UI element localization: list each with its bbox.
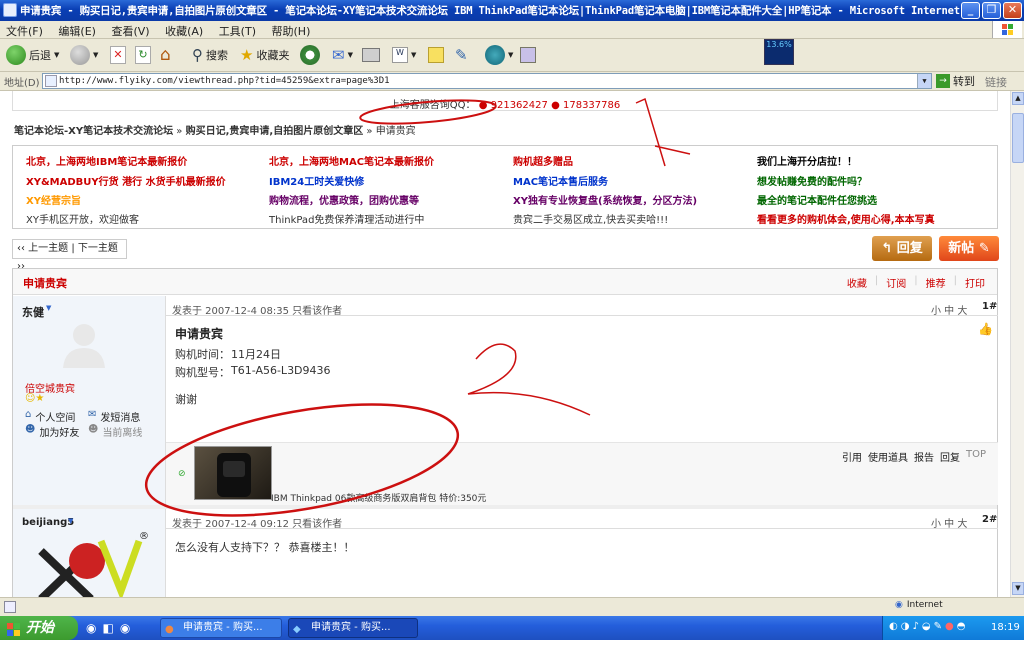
tray-icon-6[interactable]: ● — [945, 621, 954, 632]
start-flag-icon — [7, 621, 21, 636]
messenger-button[interactable]: ✎ — [455, 44, 468, 66]
note-icon — [428, 47, 444, 63]
forward-arrow-icon — [70, 45, 90, 65]
annotation-mark-1 — [635, 97, 691, 167]
windows-flag-icon — [992, 21, 1022, 38]
menu-favorites[interactable]: 收藏(A) — [159, 21, 209, 41]
annotation-overlay — [144, 97, 691, 517]
go-button[interactable]: → 转到 — [936, 73, 975, 89]
annotation-oval-2 — [144, 403, 460, 517]
toolbar: 后退 ▼ ▼ ✕ ↻ ⌂ ⚲ 搜索 ★ 收藏夹 ✉ ▼ W ▼ ✎ ▼ 13.6% — [0, 39, 1024, 72]
research-button[interactable] — [520, 44, 536, 66]
quick-launch: ◉ ◧ ◉ — [86, 621, 130, 635]
back-button[interactable]: 后退 ▼ — [6, 44, 59, 66]
annotation-mark-2 — [467, 343, 591, 416]
search-icon: ⚲ — [192, 46, 203, 64]
taskbar-item-2-label: 申请贵宾 - 购买... — [311, 622, 391, 633]
ie-page-icon — [3, 3, 17, 17]
edit-button[interactable]: W ▼ — [392, 44, 416, 66]
scroll-thumb[interactable] — [1012, 113, 1024, 163]
scroll-up-icon[interactable]: ▲ — [1012, 92, 1024, 105]
ie-quicklaunch-icon[interactable]: ◉ — [86, 621, 96, 635]
forward-button[interactable]: ▼ — [70, 44, 98, 66]
address-url: http://www.flyiky.com/viewthread.php?tid… — [59, 76, 390, 86]
print-button[interactable] — [362, 44, 380, 66]
address-bar: 地址(D) http://www.flyiky.com/viewthread.p… — [0, 72, 1024, 91]
favorites-button[interactable]: ★ 收藏夹 — [240, 44, 289, 66]
page-content: 上海客服咨询QQ： ● 921362427 ● 178337786 笔记本论坛-… — [0, 91, 1010, 597]
menu-tools[interactable]: 工具(T) — [213, 21, 262, 41]
menu-help[interactable]: 帮助(H) — [266, 21, 317, 41]
back-label: 后退 — [29, 49, 51, 62]
clock[interactable]: 18:19 — [991, 622, 1020, 633]
links-label[interactable]: 链接 — [985, 74, 1007, 90]
stop-icon: ✕ — [110, 46, 126, 64]
search-label: 搜索 — [206, 49, 228, 62]
research-icon — [520, 47, 536, 63]
zone-indicator: ◉ Internet — [895, 600, 943, 610]
globe-icon: ◉ — [895, 600, 903, 610]
system-tray: ◐ ◑ ♪ ◒ ✎ ● ◓ 18:19 — [882, 616, 1024, 640]
firefox-task-icon: ● — [165, 624, 174, 635]
address-dropdown-icon[interactable]: ▼ — [917, 74, 931, 88]
back-arrow-icon — [6, 45, 26, 65]
messenger-icon: ✎ — [455, 46, 468, 64]
address-label: 地址(D) — [4, 78, 40, 89]
window-titlebar[interactable]: 申请贵宾 - 购买日记,贵宾申请,自拍图片原创文章区 - 笔记本论坛-XY笔记本… — [0, 0, 1024, 21]
address-input[interactable]: http://www.flyiky.com/viewthread.php?tid… — [42, 73, 932, 89]
print-icon — [362, 48, 380, 62]
qq-icon — [485, 45, 505, 65]
tray-icon-4[interactable]: ◒ — [922, 621, 931, 632]
cpu-meter: 13.6% — [764, 39, 794, 65]
start-label: 开始 — [26, 620, 54, 636]
mail-icon: ✉ — [332, 46, 345, 64]
menu-bar: 文件(F) 编辑(E) 查看(V) 收藏(A) 工具(T) 帮助(H) — [0, 21, 1024, 39]
go-label: 转到 — [953, 75, 975, 88]
page-status-icon — [4, 601, 16, 613]
minimize-button[interactable]: _ — [961, 2, 980, 19]
menu-edit[interactable]: 编辑(E) — [52, 21, 102, 41]
close-button[interactable]: ✕ — [1003, 2, 1022, 19]
stop-button[interactable]: ✕ — [110, 44, 126, 66]
history-button[interactable] — [300, 44, 320, 66]
mail-button[interactable]: ✉ ▼ — [332, 44, 353, 66]
note-button[interactable] — [428, 44, 444, 66]
tray-icon-5[interactable]: ✎ — [934, 621, 942, 632]
tray-icon-2[interactable]: ◑ — [901, 621, 910, 632]
tray-icon-3[interactable]: ♪ — [912, 621, 918, 632]
refresh-icon: ↻ — [135, 46, 151, 64]
tray-icon-7[interactable]: ◓ — [957, 621, 966, 632]
favorites-label: 收藏夹 — [256, 49, 290, 62]
favorites-star-icon: ★ — [240, 46, 254, 64]
word-edit-icon: W — [392, 47, 408, 63]
ie-task-icon: ◆ — [293, 624, 301, 635]
window-title: 申请贵宾 - 购买日记,贵宾申请,自拍图片原创文章区 - 笔记本论坛-XY笔记本… — [20, 5, 960, 17]
media-quicklaunch-icon[interactable]: ◉ — [120, 621, 130, 635]
annotation-oval-1 — [359, 99, 497, 125]
menu-view[interactable]: 查看(V) — [105, 21, 155, 41]
taskbar-item-2[interactable]: ◆ 申请贵宾 - 购买... — [288, 618, 418, 638]
zone-label: Internet — [906, 600, 943, 610]
taskbar-item-1-label: 申请贵宾 - 购买... — [183, 622, 263, 633]
home-icon: ⌂ — [160, 45, 171, 65]
tray-icons: ◐ ◑ ♪ ◒ ✎ ● ◓ — [889, 621, 965, 632]
qq-button[interactable]: ▼ — [485, 44, 513, 66]
taskbar-item-1[interactable]: ● 申请贵宾 - 购买... — [160, 618, 282, 638]
cpu-meter-value: 13.6% — [766, 40, 792, 49]
status-bar: ◉ Internet — [0, 597, 1024, 616]
scroll-down-icon[interactable]: ▼ — [1012, 582, 1024, 595]
desktop-quicklaunch-icon[interactable]: ◧ — [102, 621, 113, 635]
history-icon — [300, 45, 320, 65]
taskbar: 开始 ◉ ◧ ◉ ● 申请贵宾 - 购买... ◆ 申请贵宾 - 购买... ◐… — [0, 616, 1024, 640]
restore-button[interactable]: ❐ — [982, 2, 1001, 19]
vertical-scrollbar[interactable]: ▲ ▼ — [1010, 91, 1024, 597]
go-arrow-icon: → — [936, 74, 950, 88]
search-button[interactable]: ⚲ 搜索 — [192, 44, 228, 66]
tray-icon-1[interactable]: ◐ — [889, 621, 898, 632]
home-button[interactable]: ⌂ — [160, 44, 171, 66]
menu-file[interactable]: 文件(F) — [0, 21, 49, 41]
start-button[interactable]: 开始 — [0, 616, 78, 640]
refresh-button[interactable]: ↻ — [135, 44, 151, 66]
page-icon — [45, 75, 57, 87]
